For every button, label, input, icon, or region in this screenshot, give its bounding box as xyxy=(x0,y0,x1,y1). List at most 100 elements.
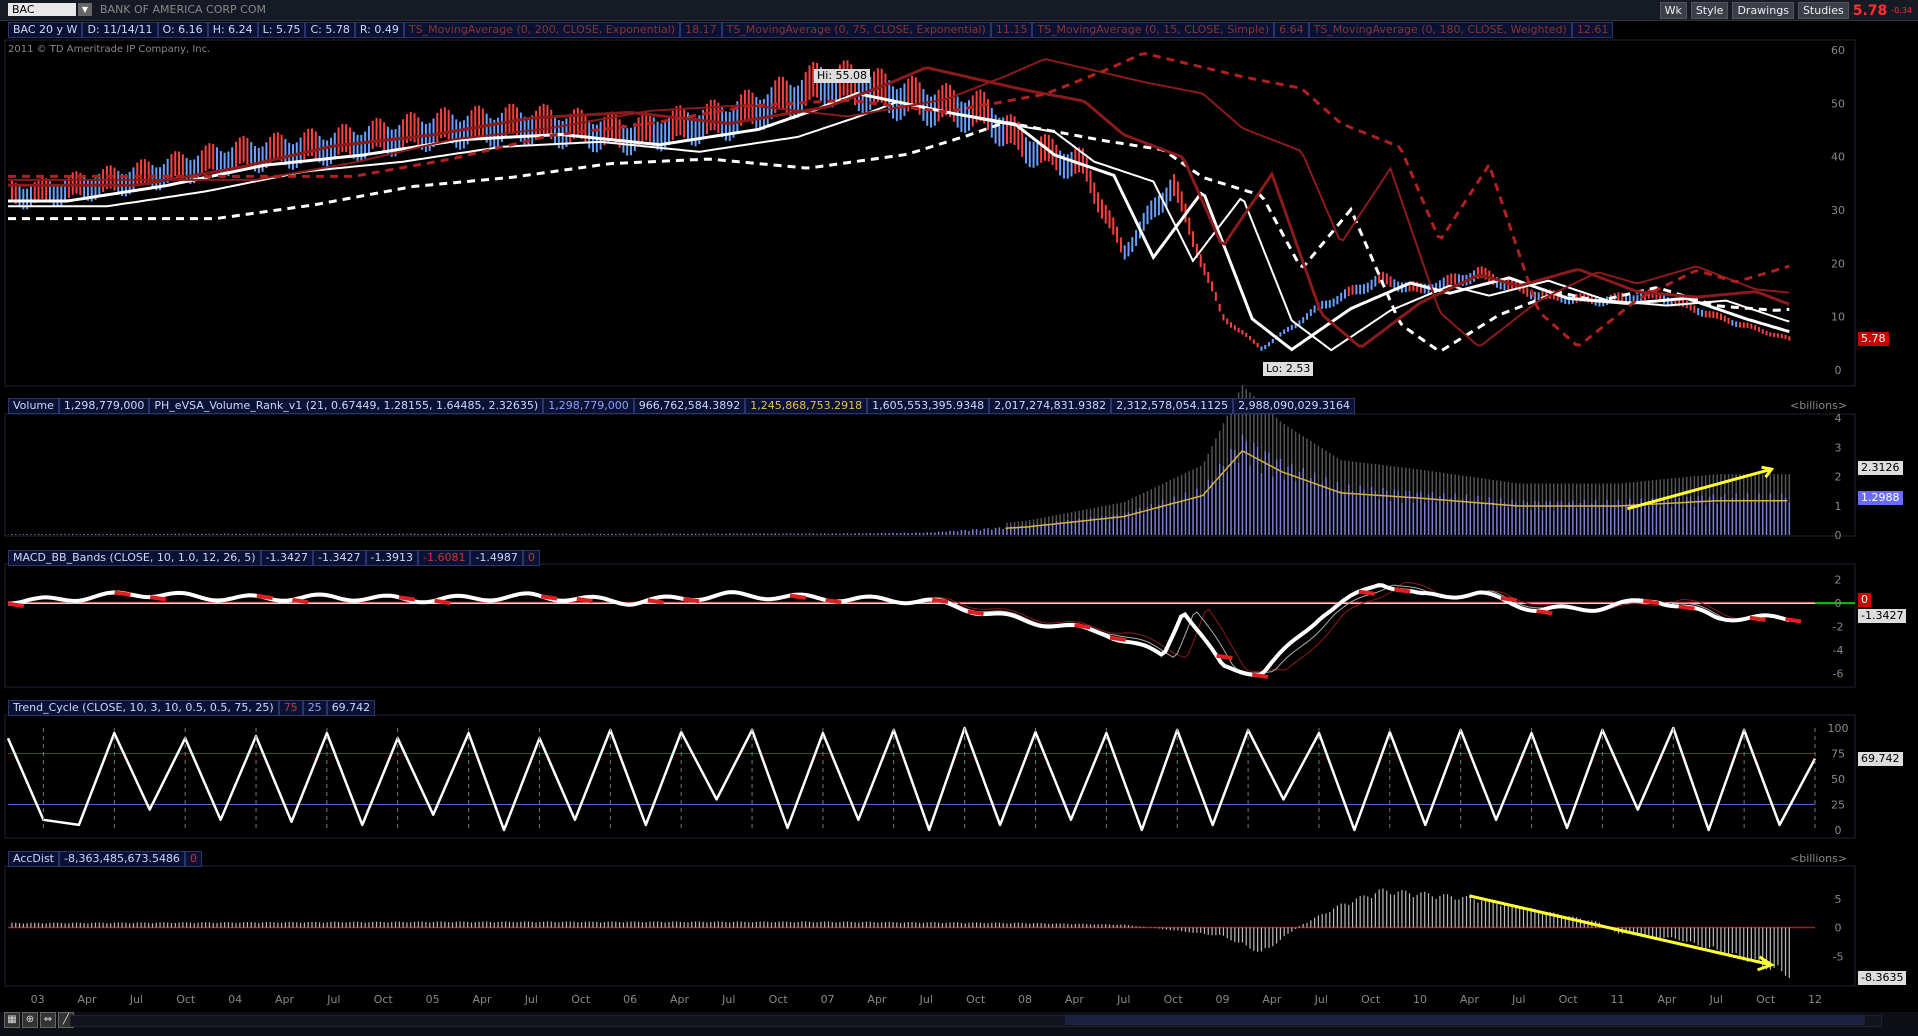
evsa-study-label[interactable]: PH_eVSA_Volume_Rank_v1 (21, 0.67449, 1.2… xyxy=(149,398,544,414)
x-tick-label: Jul xyxy=(524,993,538,1006)
trend-value-2: 25 xyxy=(302,700,327,716)
x-tick-label: Apr xyxy=(77,993,97,1006)
accdist-unit: <billions> xyxy=(1790,852,1848,865)
grid-icon[interactable]: ▦ xyxy=(4,1012,20,1028)
macd-value-1: -1.3427 xyxy=(260,550,314,566)
volume-unit: <billions> xyxy=(1790,399,1848,412)
macd-value-6: 0 xyxy=(522,550,540,566)
accdist-value: -8,363,485,673.5486 xyxy=(59,851,185,867)
pan-icon[interactable]: ⇔ xyxy=(40,1012,56,1028)
last-price: 5.78 xyxy=(1852,2,1888,19)
macd-down-segment xyxy=(292,597,309,605)
macd-down-segment xyxy=(967,609,984,616)
accdist-tag: -8.3635 xyxy=(1858,971,1907,985)
macd-ytick: -6 xyxy=(1833,667,1844,680)
timeframe-button[interactable]: Wk xyxy=(1659,2,1687,19)
study-wma180-label[interactable]: TS_MovingAverage (0, 180, CLOSE, Weighte… xyxy=(1308,22,1572,38)
price-high-label: Hi: 55.08 xyxy=(814,69,871,83)
macd-zero-tag: 0 xyxy=(1858,593,1871,607)
accdist-ytick: 5 xyxy=(1835,893,1842,906)
quote-close: C: 5.78 xyxy=(305,22,355,38)
macd-panel-header: MACD_BB_Bands (CLOSE, 10, 1.0, 12, 26, 5… xyxy=(8,550,540,566)
volume-tag-b: 1.2988 xyxy=(1858,491,1903,505)
x-tick-label: 09 xyxy=(1216,993,1230,1006)
volume-trend-arrow xyxy=(1626,467,1772,511)
zoom-icon[interactable]: ⊕ xyxy=(22,1012,38,1028)
x-tick-label: 10 xyxy=(1413,993,1427,1006)
ma-white-fast xyxy=(8,91,1790,352)
evsa-value-4: 1,605,553,395.9348 xyxy=(867,398,990,414)
x-tick-label: Oct xyxy=(966,993,986,1006)
x-tick-label: 08 xyxy=(1018,993,1032,1006)
x-tick-label: Jul xyxy=(721,993,735,1006)
style-button[interactable]: Style xyxy=(1690,2,1729,19)
volume-ytick: 3 xyxy=(1835,441,1842,454)
price-ytick: 60 xyxy=(1831,44,1845,57)
x-tick-label: Oct xyxy=(1756,993,1776,1006)
accdist-label[interactable]: AccDist xyxy=(8,851,59,867)
trend-tag: 69.742 xyxy=(1858,752,1903,766)
volume-average-line xyxy=(1005,449,1788,530)
accdist-ytick: -5 xyxy=(1833,950,1844,963)
macd-down-segment xyxy=(647,598,664,605)
chart-canvas: 60504030201004321020-2-4-6100755025050-5… xyxy=(4,39,1856,1006)
price-ytick: 40 xyxy=(1831,151,1845,164)
macd-down-segment xyxy=(398,595,416,602)
x-tick-label: Apr xyxy=(1460,993,1480,1006)
macd-down-segment xyxy=(1394,587,1411,594)
macd-down-segment xyxy=(1500,596,1518,603)
x-tick-label: Jul xyxy=(129,993,143,1006)
accdist-panel-header: AccDist -8,363,485,673.5486 0 xyxy=(8,851,202,867)
volume-tag-a: 2.3126 xyxy=(1858,461,1903,475)
study-sma15-value: 6.64 xyxy=(1274,22,1309,38)
evsa-value-7: 2,988,090,029.3164 xyxy=(1233,398,1356,414)
accdist-panel-frame xyxy=(4,865,1856,987)
macd-ytick: 2 xyxy=(1835,574,1842,587)
x-tick-label: 11 xyxy=(1611,993,1625,1006)
volume-label[interactable]: Volume xyxy=(8,398,59,414)
macd-down-segment xyxy=(1216,653,1233,661)
price-ytick: 10 xyxy=(1831,311,1845,324)
volume-ytick: 2 xyxy=(1835,471,1842,484)
top-toolbar: BAC ▼ BANK OF AMERICA CORP COM Wk Style … xyxy=(0,0,1918,21)
macd-value-3: -1.3913 xyxy=(365,550,418,566)
evsa-value-6: 2,312,578,054.1125 xyxy=(1111,398,1234,414)
macd-value-4: -1.6081 xyxy=(417,550,471,566)
symbol-dropdown-icon[interactable]: ▼ xyxy=(78,3,92,16)
macd-study-label[interactable]: MACD_BB_Bands (CLOSE, 10, 1.0, 12, 26, 5… xyxy=(8,550,261,566)
trend-ytick: 0 xyxy=(1835,824,1842,837)
macd-down-segment xyxy=(789,593,807,600)
x-tick-label: Jul xyxy=(1709,993,1723,1006)
trend-cycle-line xyxy=(6,726,1817,832)
study-wma180-value: 12.61 xyxy=(1571,22,1614,38)
quote-open: O: 6.16 xyxy=(157,22,208,38)
company-name: BANK OF AMERICA CORP COM xyxy=(100,3,266,16)
macd-down-segment xyxy=(1749,615,1766,623)
x-tick-label: 05 xyxy=(426,993,440,1006)
study-sma15-label[interactable]: TS_MovingAverage (0, 15, CLOSE, Simple) xyxy=(1032,22,1275,38)
ma-white-dashed xyxy=(8,121,1790,352)
quote-date: D: 11/14/11 xyxy=(82,22,158,38)
studies-button[interactable]: Studies xyxy=(1797,2,1849,19)
trend-study-label[interactable]: Trend_Cycle (CLOSE, 10, 3, 10, 0.5, 0.5,… xyxy=(8,700,279,716)
drawings-button[interactable]: Drawings xyxy=(1732,2,1794,19)
study-ema75-label[interactable]: TS_MovingAverage (0, 75, CLOSE, Exponent… xyxy=(721,22,991,38)
x-tick-label: Oct xyxy=(1361,993,1381,1006)
x-tick-label: Apr xyxy=(1262,993,1282,1006)
ma-red-dashed xyxy=(8,52,1790,347)
accdist-ytick: 0 xyxy=(1835,922,1842,935)
study-ema200-label[interactable]: TS_MovingAverage (0, 200, CLOSE, Exponen… xyxy=(403,22,681,38)
macd-down-segment xyxy=(825,598,842,605)
quote-symbol[interactable]: BAC 20 y W xyxy=(8,22,83,38)
macd-down-segment xyxy=(1785,617,1802,624)
scrollbar-thumb[interactable] xyxy=(1065,1015,1865,1025)
evsa-value-2: 966,762,584.3892 xyxy=(633,398,746,414)
symbol-input[interactable]: BAC xyxy=(8,3,76,16)
price-last-tag: 5.78 xyxy=(1858,332,1889,346)
trend-panel-frame xyxy=(4,714,1856,839)
quote-high: H: 6.24 xyxy=(207,22,258,38)
macd-down-segment xyxy=(1074,623,1091,630)
macd-ytick: -2 xyxy=(1833,621,1844,634)
study-ema200-value: 18.17 xyxy=(680,22,722,38)
price-low-label: Lo: 2.53 xyxy=(1263,362,1314,376)
